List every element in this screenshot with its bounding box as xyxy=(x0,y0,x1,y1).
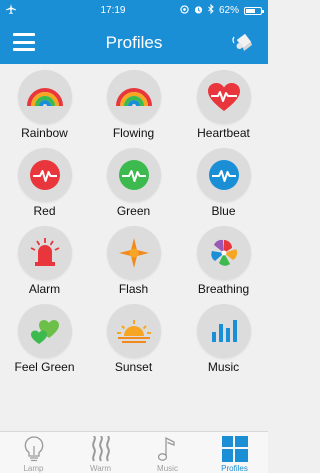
profile-label: Heartbeat xyxy=(197,126,250,140)
bulb-icon xyxy=(24,436,43,462)
shaker-icon[interactable] xyxy=(230,29,256,55)
status-bar: 17:19 62% xyxy=(0,0,268,21)
tab-lamp[interactable]: Lamp xyxy=(0,432,67,473)
profile-alarm[interactable]: Alarm xyxy=(0,220,89,298)
tab-music[interactable]: Music xyxy=(134,432,201,473)
nav-bar: Profiles xyxy=(0,21,268,64)
profile-icon-circle xyxy=(106,226,161,280)
profile-icon-circle xyxy=(17,304,72,358)
alarm-light-icon xyxy=(30,238,59,266)
profile-label: Flowing xyxy=(112,126,155,140)
airplane-mode-icon xyxy=(6,4,16,17)
battery-icon xyxy=(243,6,264,15)
profile-label: Alarm xyxy=(28,282,61,296)
profile-music[interactable]: Music xyxy=(179,298,268,376)
profile-feel-green[interactable]: Feel Green xyxy=(0,298,89,376)
profile-sunset[interactable]: Sunset xyxy=(89,298,178,376)
rainbow-icon xyxy=(26,88,63,107)
profile-icon-circle xyxy=(106,304,161,358)
grid-icon xyxy=(221,436,248,462)
tab-label: Music xyxy=(157,464,178,473)
profile-breathing[interactable]: Breathing xyxy=(179,220,268,298)
bluetooth-icon xyxy=(208,3,214,17)
pulse-icon xyxy=(118,160,149,190)
tab-label: Warm xyxy=(89,464,112,473)
profile-green[interactable]: Green xyxy=(89,142,178,220)
profile-label: Green xyxy=(116,204,151,218)
profile-icon-circle xyxy=(196,70,251,124)
equalizer-icon xyxy=(211,320,237,342)
battery-percent: 62% xyxy=(218,5,239,16)
tab-label: Profiles xyxy=(221,464,248,473)
profile-label: Blue xyxy=(211,204,236,218)
tab-bar: Lamp Warm Music Profiles xyxy=(0,431,268,473)
music-note-icon xyxy=(157,436,175,461)
profile-flash[interactable]: Flash xyxy=(89,220,178,298)
warm-waves-icon xyxy=(91,436,110,462)
heartbeat-icon xyxy=(207,83,240,111)
profile-icon-circle xyxy=(17,70,72,124)
pinwheel-icon xyxy=(210,239,237,266)
profile-icon-circle xyxy=(17,148,72,202)
profile-icon-circle xyxy=(196,304,251,358)
profile-icon-circle xyxy=(196,226,251,280)
profile-label: Rainbow xyxy=(21,126,68,140)
tab-warm[interactable]: Warm xyxy=(67,432,134,473)
profile-label: Flash xyxy=(118,282,149,296)
tab-profiles[interactable]: Profiles xyxy=(201,432,268,473)
profile-flowing[interactable]: Flowing xyxy=(89,64,178,142)
profile-icon-circle xyxy=(17,226,72,280)
rainbow-icon xyxy=(115,88,152,107)
profile-label: Breathing xyxy=(197,282,250,296)
pulse-icon xyxy=(29,160,60,190)
profile-icon-circle xyxy=(196,148,251,202)
sunset-icon xyxy=(116,320,151,343)
profile-icon-circle xyxy=(106,148,161,202)
profile-blue[interactable]: Blue xyxy=(179,142,268,220)
hamburger-menu-icon[interactable] xyxy=(13,33,35,51)
flash-star-icon xyxy=(118,238,149,268)
profile-label: Red xyxy=(33,204,56,218)
profile-label: Sunset xyxy=(114,360,153,374)
green-hearts-icon xyxy=(30,320,59,344)
profile-label: Feel Green xyxy=(14,360,75,374)
alarm-clock-icon xyxy=(194,5,203,17)
profile-icon-circle xyxy=(106,70,161,124)
profile-rainbow[interactable]: Rainbow xyxy=(0,64,89,142)
profile-red[interactable]: Red xyxy=(0,142,89,220)
profile-label: Music xyxy=(207,360,240,374)
tab-label: Lamp xyxy=(23,464,44,473)
profile-heartbeat[interactable]: Heartbeat xyxy=(179,64,268,142)
pulse-icon xyxy=(208,160,239,190)
page-title: Profiles xyxy=(105,32,163,52)
location-icon xyxy=(180,4,189,17)
status-time: 17:19 xyxy=(100,5,126,16)
